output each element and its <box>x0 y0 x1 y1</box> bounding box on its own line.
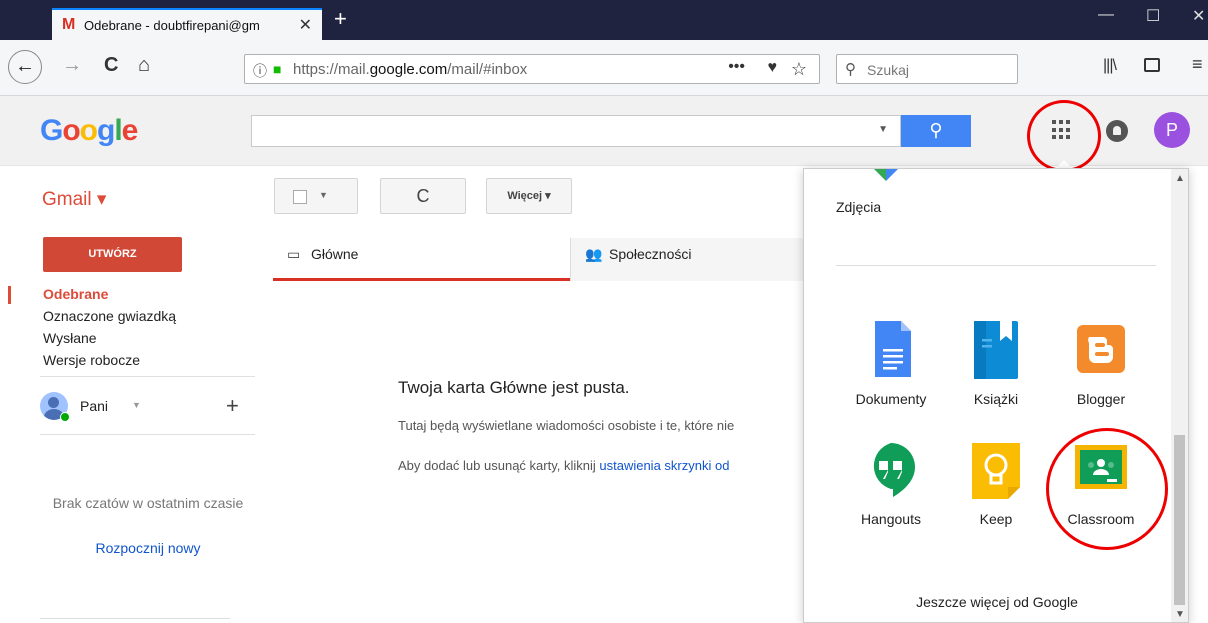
inbox-settings-link[interactable]: ustawienia skrzynki od <box>599 458 729 473</box>
search-placeholder: Szukaj <box>867 62 910 78</box>
inbox-tabs: ▭ Główne 👥 Społeczności <box>273 238 833 281</box>
bookmark-star-icon[interactable]: ☆ <box>791 59 807 80</box>
photos-icon[interactable] <box>866 169 906 185</box>
app-label: Keep <box>979 511 1013 527</box>
divider <box>40 618 230 619</box>
notifications-bell-icon[interactable] <box>1106 120 1128 142</box>
pocket-icon[interactable]: ♥ <box>768 59 778 77</box>
chevron-down-icon: ▼ <box>319 190 328 200</box>
hangouts-account-row[interactable]: Pani ▼ + <box>40 390 255 430</box>
popup-scrollbar[interactable]: ▲ ▼ <box>1171 169 1188 622</box>
refresh-button[interactable]: C <box>380 178 466 214</box>
checkbox-icon <box>293 190 307 204</box>
app-label: Hangouts <box>861 511 921 527</box>
new-tab-button[interactable]: + <box>334 8 347 30</box>
empty-inbox-settings-hint: Aby dodać lub usunąć karty, kliknij usta… <box>398 458 730 473</box>
chevron-down-icon[interactable]: ▼ <box>132 400 141 410</box>
google-logo[interactable]: Google <box>40 114 138 148</box>
scrollbar-thumb[interactable] <box>1174 435 1185 605</box>
nav-sent[interactable]: Wysłane <box>43 330 97 346</box>
gmail-product-menu[interactable]: Gmail ▾ <box>42 188 106 211</box>
app-blogger[interactable]: Blogger <box>1051 321 1151 407</box>
nav-drafts[interactable]: Wersje robocze <box>43 352 140 368</box>
more-from-google-link[interactable]: Jeszcze więcej od Google <box>804 594 1188 610</box>
apps-launcher-popup: Zdjęcia Dokumenty Książki Blogger Hangou… <box>803 168 1189 623</box>
tab-social[interactable]: 👥 Społeczności <box>570 238 833 281</box>
nav-starred[interactable]: Oznaczone gwiazdką <box>43 308 176 324</box>
active-nav-indicator <box>8 286 11 304</box>
divider <box>40 434 255 435</box>
annotation-circle-classroom <box>1046 428 1168 550</box>
compose-button[interactable]: UTWÓRZ <box>43 237 182 272</box>
no-chats-text: Brak czatów w ostatnim czasie <box>52 495 244 511</box>
keep-icon <box>968 441 1024 501</box>
library-icon[interactable]: |||\ <box>1103 57 1117 75</box>
scroll-down-icon[interactable]: ▼ <box>1175 609 1185 620</box>
more-button[interactable]: Więcej ▾ <box>486 178 572 214</box>
page-actions-icon[interactable]: ••• <box>728 58 745 76</box>
blogger-icon <box>1073 321 1129 381</box>
url-text: https://mail.google.com/mail/#inbox <box>293 61 528 78</box>
people-icon: 👥 <box>585 246 603 262</box>
app-docs[interactable]: Dokumenty <box>841 321 941 407</box>
tab-title: Odebrane - doubtfirepani@gm <box>84 18 260 33</box>
gmail-search-input[interactable]: ▼ <box>251 115 901 147</box>
lock-icon: ■ <box>273 61 282 77</box>
maximize-icon[interactable]: ☐ <box>1146 6 1160 26</box>
nav-inbox[interactable]: Odebrane <box>43 286 108 302</box>
tab-label: Główne <box>311 246 359 262</box>
search-options-caret-icon[interactable]: ▼ <box>878 124 888 135</box>
start-new-chat-link[interactable]: Rozpocznij nowy <box>43 540 253 556</box>
tab-close-icon[interactable]: ✕ <box>299 15 312 35</box>
browser-navbar: ← → C ⌂ ⓘ ■ https://mail.google.com/mail… <box>0 40 1208 96</box>
inbox-icon: ▭ <box>287 246 301 262</box>
books-icon <box>968 321 1024 381</box>
url-bar[interactable]: ⓘ ■ https://mail.google.com/mail/#inbox … <box>244 54 820 84</box>
tab-label: Społeczności <box>609 246 692 262</box>
tab-primary[interactable]: ▭ Główne <box>273 238 570 281</box>
select-checkbox-button[interactable]: ▼ <box>274 178 358 214</box>
account-name: Pani <box>80 398 109 414</box>
reload-icon[interactable]: C <box>104 54 118 77</box>
account-avatar[interactable]: P <box>1154 112 1190 148</box>
search-icon: ⚲ <box>845 61 856 78</box>
empty-inbox-description: Tutaj będą wyświetlane wiadomości osobis… <box>398 418 735 433</box>
search-icon: ⚲ <box>929 120 943 140</box>
hamburger-menu-icon[interactable]: ≡ <box>1192 54 1203 75</box>
app-keep[interactable]: Keep <box>946 441 1046 527</box>
app-hangouts[interactable]: Hangouts <box>841 441 941 527</box>
gmail-favicon-icon: M <box>62 16 76 33</box>
minimize-icon[interactable]: — <box>1098 6 1114 24</box>
online-status-icon <box>60 412 70 422</box>
home-icon[interactable]: ⌂ <box>138 54 150 77</box>
app-books[interactable]: Książki <box>946 321 1046 407</box>
popup-divider <box>836 265 1156 266</box>
gmail-search-button[interactable]: ⚲ <box>901 115 971 147</box>
info-icon[interactable]: ⓘ <box>253 61 267 81</box>
close-window-icon[interactable]: ✕ <box>1192 6 1205 26</box>
browser-titlebar: M Odebrane - doubtfirepani@gm ✕ + — ☐ ✕ <box>0 0 1208 40</box>
divider <box>40 376 255 377</box>
app-label: Blogger <box>1076 391 1126 407</box>
sidebar-icon[interactable] <box>1144 58 1160 72</box>
back-arrow-icon[interactable]: ← <box>8 50 42 84</box>
app-label: Książki <box>973 391 1019 407</box>
hangouts-icon <box>863 441 919 501</box>
app-label: Dokumenty <box>855 391 927 407</box>
add-chat-icon[interactable]: + <box>226 393 239 419</box>
empty-inbox-title: Twoja karta Główne jest pusta. <box>398 378 630 397</box>
browser-search-input[interactable]: ⚲ Szukaj <box>836 54 1018 84</box>
docs-icon <box>863 321 919 381</box>
browser-tab[interactable]: M Odebrane - doubtfirepani@gm ✕ <box>52 8 322 40</box>
forward-arrow-icon[interactable]: → <box>62 54 82 77</box>
app-label-photos[interactable]: Zdjęcia <box>836 199 936 215</box>
scroll-up-icon[interactable]: ▲ <box>1175 173 1185 184</box>
